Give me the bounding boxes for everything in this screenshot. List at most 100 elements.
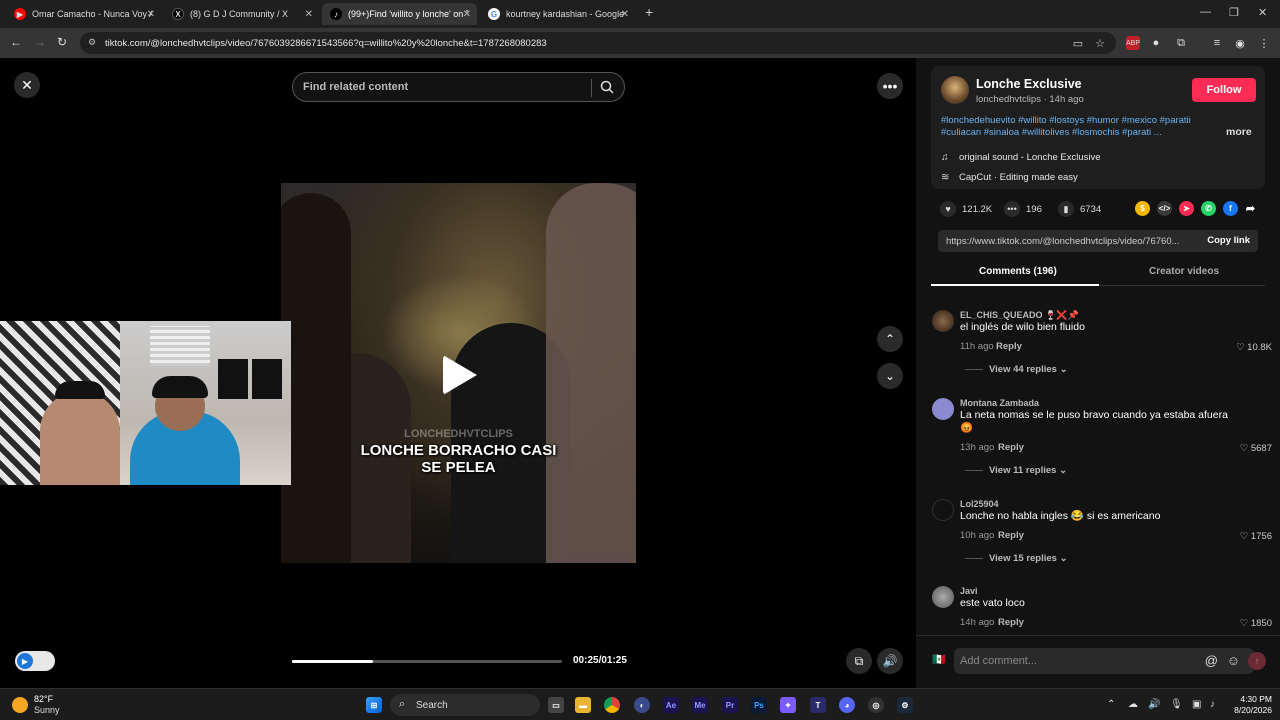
author-name[interactable]: Lonche Exclusive	[976, 77, 1082, 91]
tab-comments[interactable]: Comments (196)	[979, 266, 1057, 277]
more-link[interactable]: more	[1226, 126, 1252, 138]
reply-button[interactable]: Reply	[998, 442, 1024, 453]
browser-tab-google[interactable]: G kourtney kardashian - Google S ✕	[480, 3, 635, 25]
app-icon[interactable]: T	[810, 697, 826, 713]
comment-likes[interactable]: ♡ 1756	[1240, 531, 1272, 542]
autoscroll-toggle[interactable]: ▶	[15, 651, 55, 671]
comment-likes[interactable]: ♡ 1850	[1240, 618, 1272, 629]
more-options-button[interactable]: •••	[877, 73, 903, 99]
extension-icon[interactable]: ●	[1149, 36, 1163, 50]
premiere-icon[interactable]: Pr	[722, 697, 738, 713]
media-control-icon[interactable]: ≡	[1210, 36, 1224, 50]
steam-icon[interactable]: ⚙	[897, 697, 913, 713]
emoji-picker-icon[interactable]: ☺	[1227, 653, 1240, 668]
close-tab-icon[interactable]: ✕	[463, 9, 471, 20]
copy-link-button[interactable]: Copy link	[1207, 235, 1250, 246]
sun-icon[interactable]	[12, 697, 28, 713]
comment-likes[interactable]: ♡ 5687	[1240, 443, 1272, 454]
reply-button[interactable]: Reply	[998, 617, 1024, 628]
whatsapp-icon[interactable]: ✆	[1201, 201, 1216, 216]
close-tab-icon[interactable]: ✕	[147, 9, 155, 20]
network-icon[interactable]: ▣	[1192, 699, 1201, 710]
mic-icon[interactable]: 🎙	[1170, 699, 1183, 710]
video-link-field[interactable]: https://www.tiktok.com/@lonchedhvtclips/…	[938, 230, 1258, 252]
save-stat[interactable]: ▮ 6734	[1058, 201, 1101, 217]
comment-username[interactable]: EL_CHIS_QUEADO 🍷❌📌	[960, 310, 1079, 321]
browser-tab-tiktok[interactable]: ♪ (99+)Find 'willito y lonche' on T ✕	[322, 3, 477, 25]
facebook-icon[interactable]: f	[1223, 201, 1238, 216]
maximize-icon[interactable]: ❐	[1229, 6, 1239, 19]
minimize-icon[interactable]: —	[1200, 6, 1211, 18]
close-tab-icon[interactable]: ✕	[621, 9, 629, 20]
follow-button[interactable]: Follow	[1192, 78, 1256, 102]
reply-button[interactable]: Reply	[996, 341, 1022, 352]
author-avatar[interactable]	[941, 76, 969, 104]
send-to-friends-icon[interactable]: ➤	[1179, 201, 1194, 216]
back-icon[interactable]: ←	[10, 35, 22, 49]
media-encoder-icon[interactable]: Me	[692, 697, 708, 713]
comment-input[interactable]: Add comment... @ ☺	[954, 648, 1254, 674]
task-view-icon[interactable]: ▭	[548, 697, 564, 713]
file-explorer-icon[interactable]: ▬	[575, 697, 591, 713]
post-comment-button[interactable]: ↑	[1248, 652, 1266, 670]
tray-overflow-icon[interactable]: ⌃	[1107, 699, 1115, 710]
forward-icon[interactable]: →	[34, 35, 46, 49]
reload-icon[interactable]: ↻	[57, 35, 67, 49]
comment-likes[interactable]: ♡ 10.8K	[1236, 342, 1272, 353]
site-info-icon[interactable]: ⚙	[88, 37, 96, 48]
taskbar-search[interactable]: ⌕ Search	[390, 694, 540, 716]
discord-icon[interactable]: ◕	[839, 697, 855, 713]
embed-icon[interactable]: </>	[1157, 201, 1172, 216]
share-arrow-icon[interactable]: ➦	[1243, 201, 1258, 216]
weather-condition[interactable]: Sunny	[34, 705, 60, 715]
comment-username[interactable]: Montana Zambada	[960, 398, 1039, 408]
app-icon[interactable]: ◎	[868, 697, 884, 713]
video-frame[interactable]: LONCHEDHVTCLIPS LONCHE BORRACHO CASI SE …	[281, 183, 636, 563]
sound-row[interactable]: ♫ original sound - Lonche Exclusive	[941, 152, 1101, 163]
progress-bar[interactable]	[292, 660, 562, 663]
photoshop-icon[interactable]: Ps	[751, 697, 767, 713]
close-tab-icon[interactable]: ✕	[305, 9, 313, 20]
start-icon[interactable]: ⊞	[366, 697, 382, 713]
clock-date[interactable]: 8/20/2026	[1226, 705, 1272, 715]
bookmark-star-icon[interactable]: ☆	[1093, 36, 1107, 50]
view-replies-button[interactable]: View 44 replies ⌄	[965, 364, 1068, 375]
speaker-icon[interactable]: ♪	[1210, 699, 1215, 710]
view-replies-button[interactable]: View 11 replies ⌄	[965, 465, 1067, 476]
hashtags[interactable]: #lonchedehuevito #willito #lostoys #humo…	[941, 115, 1213, 139]
like-stat[interactable]: ♥ 121.2K	[940, 201, 992, 217]
commenter-avatar[interactable]	[932, 586, 954, 608]
browser-menu-icon[interactable]: ⋮	[1257, 36, 1271, 50]
play-icon[interactable]	[443, 355, 477, 395]
profile-icon[interactable]: ◉	[1233, 36, 1247, 50]
close-window-icon[interactable]: ✕	[1258, 6, 1267, 19]
comment-stat[interactable]: ••• 196	[1004, 201, 1042, 217]
next-video-button[interactable]: ⌄	[877, 363, 903, 389]
comment-username[interactable]: Javi	[960, 586, 978, 596]
commenter-avatar[interactable]	[932, 398, 954, 420]
search-icon[interactable]	[600, 80, 614, 94]
commenter-avatar[interactable]	[932, 310, 954, 332]
app-icon[interactable]: ◐	[634, 697, 650, 713]
commenter-avatar[interactable]	[932, 499, 954, 521]
app-icon[interactable]: ✦	[780, 697, 796, 713]
extensions-puzzle-icon[interactable]: ⧉	[1174, 36, 1188, 50]
browser-tab-youtube[interactable]: ▶ Omar Camacho - Nunca Voy A ✕	[6, 3, 161, 25]
previous-video-button[interactable]: ⌃	[877, 326, 903, 352]
browser-tab-x[interactable]: X (8) G D J Community / X ✕	[164, 3, 319, 25]
weather-temp[interactable]: 82°F	[34, 694, 53, 704]
clock-time[interactable]: 4:30 PM	[1232, 694, 1272, 704]
volume-icon[interactable]: 🔊	[1148, 699, 1160, 710]
new-tab-icon[interactable]: +	[645, 4, 653, 20]
comment-username[interactable]: Lol25904	[960, 499, 999, 509]
related-search-input[interactable]: Find related content	[292, 72, 625, 102]
close-viewer-button[interactable]: ✕	[14, 72, 40, 98]
chrome-icon[interactable]	[604, 697, 620, 713]
tray-app-icon[interactable]: ☁	[1128, 699, 1138, 710]
pip-button[interactable]: ⧉	[846, 648, 872, 674]
mention-icon[interactable]: @	[1205, 653, 1218, 668]
url-field[interactable]: ⚙ tiktok.com/@lonchedhvtclips/video/7676…	[80, 32, 1116, 54]
view-replies-button[interactable]: View 15 replies ⌄	[965, 553, 1068, 564]
capcut-row[interactable]: ≋ CapCut · Editing made easy	[941, 172, 1078, 183]
coin-icon[interactable]: $	[1135, 201, 1150, 216]
